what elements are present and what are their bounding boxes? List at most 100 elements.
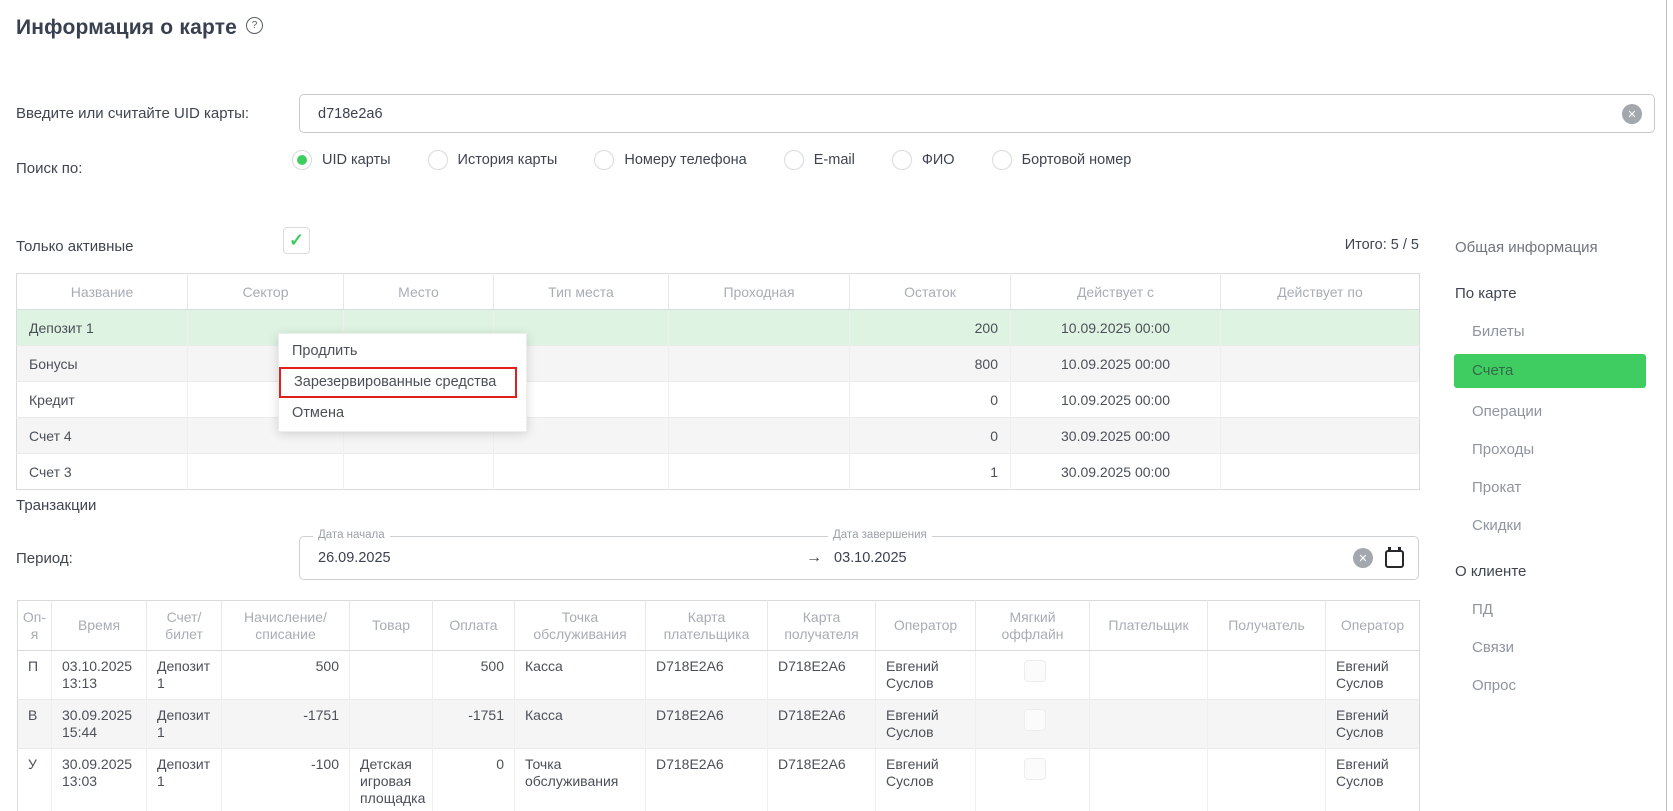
- cell-product: Детская игровая площадка: [350, 749, 433, 811]
- radio-icon: [428, 150, 448, 170]
- cell-soft-offline: [976, 749, 1090, 811]
- account-row-bonuses[interactable]: Бонусы 800 10.09.2025 00:00: [17, 346, 1420, 382]
- column-header-recipient: Получатель: [1208, 601, 1326, 651]
- cell-sector: [188, 454, 344, 490]
- account-row-account4[interactable]: Счет 4 0 30.09.2025 00:00: [17, 418, 1420, 454]
- radio-option-card-history[interactable]: История карты: [428, 150, 558, 170]
- cell-account: Депозит 1: [147, 651, 222, 700]
- cell-time: 03.10.2025 13:13: [52, 651, 147, 700]
- cell-valid-from: 10.09.2025 00:00: [1011, 382, 1221, 418]
- column-header-sector: Сектор: [188, 274, 344, 310]
- cell-balance: 0: [850, 382, 1011, 418]
- cell-place-type: [494, 454, 669, 490]
- column-header-place-type: Тип места: [494, 274, 669, 310]
- account-row-credit[interactable]: Кредит 0 10.09.2025 00:00: [17, 382, 1420, 418]
- only-active-label: Только активные: [16, 238, 134, 255]
- page-title-row: Информация о карте ?: [16, 16, 263, 40]
- scrollbar[interactable]: [1666, 0, 1667, 811]
- column-header-payer: Плательщик: [1090, 601, 1208, 651]
- radio-icon: [594, 150, 614, 170]
- cell-account: Депозит 1: [147, 749, 222, 811]
- column-header-payer-card: Карта плательщика: [646, 601, 768, 651]
- sidebar-item-pd[interactable]: ПД: [1472, 600, 1659, 620]
- cell-valid-from: 10.09.2025 00:00: [1011, 346, 1221, 382]
- transaction-row[interactable]: П 03.10.2025 13:13 Депозит 1 500 500 Кас…: [18, 651, 1420, 700]
- date-start-input[interactable]: 26.09.2025: [318, 537, 391, 579]
- calendar-icon[interactable]: [1385, 550, 1404, 568]
- cell-service-point: Касса: [515, 651, 646, 700]
- cell-valid-from: 30.09.2025 00:00: [1011, 418, 1221, 454]
- menu-item-cancel[interactable]: Отмена: [279, 398, 526, 429]
- cell-name: Счет 4: [17, 418, 188, 454]
- period-label: Период:: [16, 550, 73, 567]
- uid-input[interactable]: [299, 94, 1655, 133]
- cell-account: Депозит 1: [147, 700, 222, 749]
- sidebar-item-accounts[interactable]: Счета: [1454, 354, 1646, 388]
- column-header-time: Время: [52, 601, 147, 651]
- cell-operator-2: Евгений Суслов: [1326, 700, 1420, 749]
- help-icon[interactable]: ?: [246, 17, 263, 34]
- cell-payer: [1090, 700, 1208, 749]
- radio-label: ФИО: [922, 152, 955, 168]
- cell-accrual: 500: [222, 651, 350, 700]
- cell-gate: [669, 346, 850, 382]
- cell-soft-offline: [976, 651, 1090, 700]
- radio-option-email[interactable]: E-mail: [784, 150, 855, 170]
- cell-operator: Евгений Суслов: [876, 749, 976, 811]
- sidebar-item-tickets[interactable]: Билеты: [1472, 322, 1659, 342]
- cell-gate: [669, 310, 850, 346]
- column-header-operator: Оператор: [876, 601, 976, 651]
- cell-valid-to: [1221, 346, 1420, 382]
- column-header-soft-offline: Мягкий оффлайн: [976, 601, 1090, 651]
- only-active-checkbox[interactable]: ✓: [283, 227, 310, 254]
- cell-operation: У: [18, 749, 52, 811]
- radio-icon: [784, 150, 804, 170]
- date-end-input[interactable]: 03.10.2025: [834, 537, 907, 579]
- soft-offline-checkbox[interactable]: [1024, 758, 1046, 780]
- sidebar-item-discounts[interactable]: Скидки: [1472, 516, 1659, 536]
- search-by-radio-group: UID карты История карты Номеру телефона …: [292, 150, 1131, 170]
- sidebar-item-relations[interactable]: Связи: [1472, 638, 1659, 658]
- column-header-accrual: Начисление/ списание: [222, 601, 350, 651]
- sidebar-section-about-client[interactable]: О клиенте: [1455, 562, 1659, 582]
- sidebar-link-general-info[interactable]: Общая информация: [1455, 238, 1659, 258]
- account-row-account3[interactable]: Счет 3 1 30.09.2025 00:00: [17, 454, 1420, 490]
- account-row-deposit1[interactable]: Депозит 1 200 10.09.2025 00:00: [17, 310, 1420, 346]
- radio-option-uid[interactable]: UID карты: [292, 150, 391, 170]
- cell-product: [350, 700, 433, 749]
- transactions-table: Оп- я Время Счет/ билет Начисление/ спис…: [17, 600, 1420, 811]
- radio-option-board-number[interactable]: Бортовой номер: [992, 150, 1132, 170]
- cell-gate: [669, 454, 850, 490]
- cell-valid-from: 10.09.2025 00:00: [1011, 310, 1221, 346]
- cell-operator: Евгений Суслов: [876, 700, 976, 749]
- radio-label: UID карты: [322, 152, 391, 168]
- cell-place: [344, 454, 494, 490]
- radio-option-phone[interactable]: Номеру телефона: [594, 150, 746, 170]
- sidebar-item-passages[interactable]: Проходы: [1472, 440, 1659, 460]
- cell-balance: 800: [850, 346, 1011, 382]
- sidebar-item-survey[interactable]: Опрос: [1472, 676, 1659, 696]
- cell-gate: [669, 382, 850, 418]
- cell-time: 30.09.2025 15:44: [52, 700, 147, 749]
- clear-period-icon[interactable]: ✕: [1353, 548, 1373, 568]
- column-header-place: Место: [344, 274, 494, 310]
- column-header-product: Товар: [350, 601, 433, 651]
- soft-offline-checkbox[interactable]: [1024, 660, 1046, 682]
- sidebar-item-rental[interactable]: Прокат: [1472, 478, 1659, 498]
- transaction-row[interactable]: В 30.09.2025 15:44 Депозит 1 -1751 -1751…: [18, 700, 1420, 749]
- column-header-service-point: Точка обслуживания: [515, 601, 646, 651]
- cell-operator-2: Евгений Суслов: [1326, 749, 1420, 811]
- radio-option-fio[interactable]: ФИО: [892, 150, 955, 170]
- soft-offline-checkbox[interactable]: [1024, 709, 1046, 731]
- clear-uid-icon[interactable]: ✕: [1622, 104, 1642, 124]
- card-info-page: Информация о карте ? Введите или считайт…: [0, 0, 1673, 811]
- menu-item-reserved-funds[interactable]: Зарезервированные средства: [279, 367, 517, 398]
- transaction-row[interactable]: У 30.09.2025 13:03 Депозит 1 -100 Детска…: [18, 749, 1420, 811]
- cell-valid-to: [1221, 382, 1420, 418]
- cell-time: 30.09.2025 13:03: [52, 749, 147, 811]
- sidebar-section-by-card[interactable]: По карте: [1455, 284, 1659, 304]
- cell-recipient-card: D718E2A6: [768, 700, 876, 749]
- sidebar-item-operations[interactable]: Операции: [1472, 402, 1659, 422]
- cell-gate: [669, 418, 850, 454]
- menu-item-prolong[interactable]: Продлить: [279, 336, 526, 367]
